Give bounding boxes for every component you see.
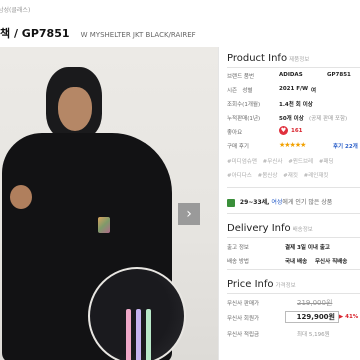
info-row-reviews: 구매 후기 ★★★★★ 후기 22개 — [227, 141, 358, 150]
product-subtitle: W MYSHELTER JKT BLACK/RAIREF — [80, 31, 196, 39]
model-hand — [10, 185, 32, 209]
info-row-brand: 브랜드 품번 ADIDAS GP7851 — [227, 72, 351, 80]
model-face — [58, 87, 92, 131]
popularity-stat: 29~33세, 여성에게 인기 많은 상품 — [227, 197, 332, 207]
divider — [227, 269, 360, 270]
tag[interactable]: #아디다스 — [227, 173, 252, 179]
info-row-sales: 누적판매(1년) 50개 이상 (공제 판매 포함) — [227, 116, 348, 122]
delivery-info-title: Delivery Info 배송정보 — [227, 223, 313, 234]
price-row-member: 무신사 회원가 129,900원 ▶ 41% — [227, 311, 359, 323]
product-title: 책 / GP7851 W MYSHELTER JKT BLACK/RAIREF — [0, 22, 215, 42]
product-info-title: Product Info 제품정보 — [227, 53, 310, 64]
review-link[interactable]: 후기 22개 — [333, 142, 358, 150]
divider — [227, 237, 360, 238]
tag[interactable]: #패딩 — [319, 159, 334, 165]
info-row-views: 조회수(1개월) 1.4천 회 이상 — [227, 102, 313, 108]
info-row-season: 시즌 성별 2021 F/W 여 — [227, 86, 317, 94]
tag[interactable]: #윈드브레 — [288, 159, 313, 165]
chevron-right-icon[interactable]: › — [186, 206, 192, 222]
breadcrumb: 남성(클래스) — [0, 7, 31, 14]
member-price: 129,900원 — [285, 311, 339, 323]
delivery-row-dispatch: 출고 정보 결제 3일 이내 출고 — [227, 245, 330, 251]
brand-link[interactable]: ADIDAS — [279, 72, 303, 78]
divider — [227, 67, 360, 68]
price-row-points: 무신사 적립금 최대 5,196원 — [227, 332, 330, 338]
reflective-stripe — [136, 309, 141, 360]
price-row-retail: 무신사 판매가 219,000원 — [227, 299, 333, 307]
tag[interactable]: #재킷 — [283, 173, 298, 179]
chart-icon — [227, 198, 235, 207]
heart-icon[interactable]: ♥ — [279, 126, 288, 135]
next-image-button[interactable]: › — [178, 203, 200, 225]
delivery-row-method: 배송 방법 국내 배송 무신사 직배송 — [227, 259, 348, 265]
tag[interactable]: #무신사 — [263, 159, 283, 165]
product-name: 책 / GP7851 — [0, 27, 70, 40]
jacket-patch — [98, 217, 110, 233]
tag[interactable]: #레인재킷 — [304, 173, 329, 179]
divider — [227, 187, 360, 188]
rating-stars-icon: ★★★★★ — [279, 141, 306, 149]
tag-list: #아디다스 #봄신상 #재킷 #레인재킷 — [227, 171, 360, 179]
tag[interactable]: #미디엄슈맨 — [227, 159, 257, 165]
divider — [227, 213, 360, 214]
product-image[interactable]: › — [0, 47, 218, 360]
reflective-stripe — [146, 309, 151, 360]
reflective-stripe — [126, 309, 131, 360]
tag-list: #미디엄슈맨 #무신사 #윈드브레 #패딩 — [227, 157, 360, 165]
product-info-panel: Product Info 제품정보 브랜드 품번 ADIDAS GP7851 시즌… — [218, 47, 360, 360]
price-info-title: Price Info 가격정보 — [227, 279, 296, 290]
detail-zoom-image — [88, 267, 186, 360]
tag[interactable]: #봄신상 — [258, 173, 278, 179]
info-row-likes: 좋아요 ♥ 161 — [227, 126, 303, 136]
divider — [227, 293, 360, 294]
